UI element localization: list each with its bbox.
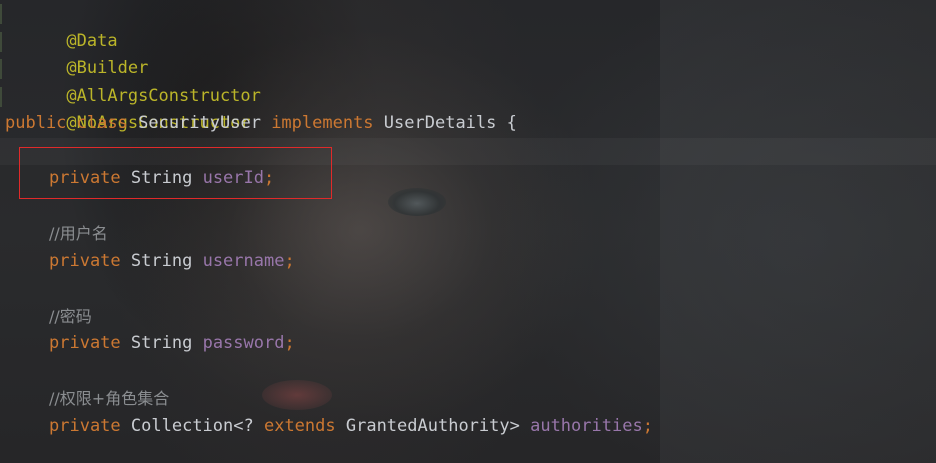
field-modifier: private <box>49 415 121 436</box>
field-type: String <box>130 333 193 353</box>
field-type: String <box>130 250 193 271</box>
keyword-implements: implements <box>271 113 374 133</box>
code-line-empty[interactable] <box>0 358 936 386</box>
code-line-comment-password[interactable]: //密码 <box>0 303 936 331</box>
field-name-username: username <box>202 250 285 271</box>
comment-username: //用户名 <box>49 224 108 243</box>
field-modifier: private <box>49 333 121 353</box>
field-type-granted-authority: GrantedAuthority> <box>335 415 531 436</box>
code-line-field-authorities[interactable]: private Collection<? extends GrantedAuth… <box>0 413 936 441</box>
semicolon: ; <box>642 415 653 436</box>
open-brace: { <box>506 113 517 133</box>
semicolon: ; <box>284 250 295 271</box>
code-line-annotation-allargs[interactable]: @AllArgsConstructor <box>0 55 936 106</box>
gutter-marker <box>0 59 2 79</box>
gutter-marker <box>0 31 2 52</box>
interface-name: UserDetails <box>383 113 497 133</box>
semicolon: ; <box>284 333 295 353</box>
keyword-public: public <box>5 113 67 133</box>
keyword-class: class <box>76 113 128 133</box>
comment-authorities: //权限+角色集合 <box>49 389 170 408</box>
code-line-field-password[interactable]: private String password; <box>0 330 936 358</box>
code-line-class-declaration[interactable]: public class SecurityUser implements Use… <box>0 110 936 138</box>
code-line-annotation-noargs[interactable]: @NoArgsConstructor <box>0 83 936 133</box>
code-area[interactable]: @Data @Builder @AllArgsConstructor @NoAr… <box>0 0 936 440</box>
keyword-extends: extends <box>263 415 336 436</box>
code-editor[interactable]: @Data @Builder @AllArgsConstructor @NoAr… <box>0 0 936 463</box>
code-line-comment-authorities[interactable]: //权限+角色集合 <box>0 385 936 413</box>
highlight-box-userid <box>19 147 332 199</box>
field-modifier: private <box>49 250 121 271</box>
comment-password: //密码 <box>49 306 92 326</box>
code-line-field-username[interactable]: private String username; <box>0 248 936 276</box>
code-line-annotation-builder[interactable]: @Builder <box>0 28 936 78</box>
field-type-collection: Collection<? <box>130 415 264 436</box>
code-line-comment-username[interactable]: //用户名 <box>0 220 936 248</box>
gutter-marker <box>0 4 2 24</box>
code-line-empty[interactable] <box>0 275 936 303</box>
class-name: SecurityUser <box>138 113 261 133</box>
code-line-annotation-data[interactable]: @Data <box>0 0 936 51</box>
field-name-password: password <box>202 333 285 353</box>
gutter-marker <box>0 86 2 107</box>
field-name-authorities: authorities <box>530 415 643 436</box>
